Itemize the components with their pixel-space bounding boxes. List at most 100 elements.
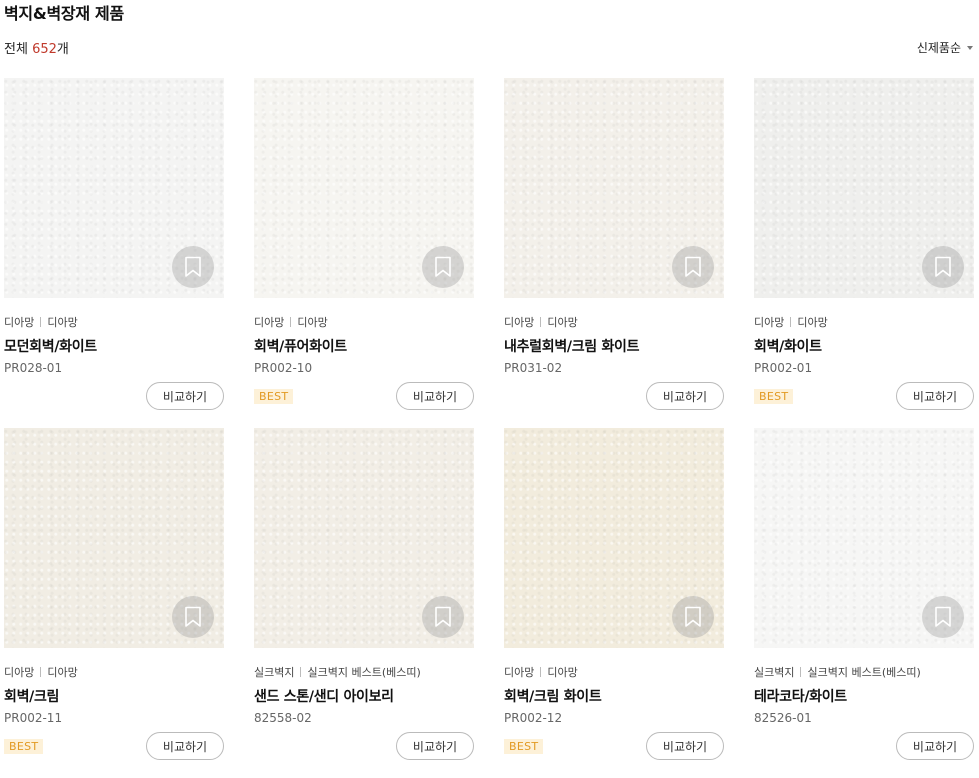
bookmark-icon (685, 606, 701, 627)
product-code: PR028-01 (4, 361, 63, 375)
bookmark-button[interactable] (422, 246, 464, 288)
category-brand: 디아망 (754, 316, 785, 329)
product-categories: 디아망 디아망 (504, 314, 724, 330)
category-divider (540, 317, 542, 327)
category-line: 디아망 (797, 316, 828, 329)
product-categories: 디아망 디아망 (504, 664, 724, 680)
bookmark-button[interactable] (172, 596, 214, 638)
total-count: 652 (32, 42, 57, 57)
product-card[interactable]: 디아망 디아망내추럴회벽/크림 화이트 PR031-02 비교하기 (504, 78, 724, 428)
product-card[interactable]: 실크벽지 실크벽지 베스트(베스띠) 테라코타/화이트 82526-01 비교하기 (754, 428, 974, 778)
product-image[interactable] (504, 78, 724, 298)
product-image[interactable] (4, 428, 224, 648)
product-name[interactable]: 회벽/크림 화이트 (504, 686, 724, 706)
product-code: PR002-12 (504, 711, 563, 725)
product-code: 82526-01 (754, 711, 812, 725)
product-name[interactable]: 샌드 스톤/샌디 아이보리 (254, 686, 474, 706)
best-badge: BEST (254, 389, 294, 404)
bookmark-button[interactable] (422, 596, 464, 638)
sort-label: 신제품순 (916, 41, 961, 55)
bookmark-button[interactable] (922, 596, 964, 638)
category-divider (540, 667, 542, 677)
sort-dropdown[interactable]: 신제품순 (917, 39, 973, 56)
product-card[interactable]: 디아망 디아망회벽/퓨어화이트 PR002-10 BEST 비교하기 (254, 78, 474, 428)
category-divider (40, 317, 42, 327)
bookmark-icon (685, 256, 701, 277)
category-divider (290, 317, 292, 327)
bookmark-icon (185, 606, 201, 627)
card-footer: BEST 비교하기 (754, 382, 974, 412)
compare-button[interactable]: 비교하기 (146, 382, 224, 410)
product-name[interactable]: 내추럴회벽/크림 화이트 (504, 336, 724, 356)
product-code: PR002-10 (254, 361, 313, 375)
product-code: 82558-02 (254, 711, 312, 725)
category-brand: 실크벽지 (754, 666, 795, 679)
category-brand: 디아망 (504, 316, 535, 329)
category-divider (40, 667, 42, 677)
caret-down-icon (967, 45, 973, 50)
category-line: 디아망 (297, 316, 328, 329)
card-footer: 비교하기 (504, 382, 724, 412)
compare-button[interactable]: 비교하기 (646, 382, 724, 410)
category-divider (800, 667, 802, 677)
best-badge: BEST (754, 389, 794, 404)
category-brand: 디아망 (4, 666, 35, 679)
card-footer: 비교하기 (4, 382, 224, 412)
product-code: PR031-02 (504, 361, 563, 375)
category-line: 실크벽지 베스트(베스띠) (307, 666, 421, 679)
total-suffix: 개 (56, 42, 69, 57)
product-image[interactable] (504, 428, 724, 648)
product-code: PR002-11 (4, 711, 63, 725)
card-footer: BEST 비교하기 (254, 382, 474, 412)
product-categories: 디아망 디아망 (4, 664, 224, 680)
product-image[interactable] (754, 428, 974, 648)
product-image[interactable] (254, 428, 474, 648)
product-name[interactable]: 회벽/크림 (4, 686, 224, 706)
category-brand: 실크벽지 (254, 666, 295, 679)
bookmark-button[interactable] (172, 246, 214, 288)
product-name[interactable]: 회벽/퓨어화이트 (254, 336, 474, 356)
product-image[interactable] (754, 78, 974, 298)
bookmark-icon (185, 256, 201, 277)
category-line: 디아망 (47, 316, 78, 329)
product-categories: 디아망 디아망 (754, 314, 974, 330)
bookmark-icon (935, 256, 951, 277)
product-name[interactable]: 모던회벽/화이트 (4, 336, 224, 356)
total-label: 전체 (4, 42, 28, 57)
category-divider (300, 667, 302, 677)
card-footer: 비교하기 (754, 732, 974, 762)
best-badge: BEST (4, 739, 44, 754)
compare-button[interactable]: 비교하기 (896, 732, 974, 760)
bookmark-button[interactable] (672, 246, 714, 288)
product-categories: 디아망 디아망 (254, 314, 474, 330)
product-card[interactable]: 디아망 디아망모던회벽/화이트 PR028-01 비교하기 (4, 78, 224, 428)
product-image[interactable] (4, 78, 224, 298)
product-name[interactable]: 회벽/화이트 (754, 336, 974, 356)
bookmark-button[interactable] (672, 596, 714, 638)
category-brand: 디아망 (4, 316, 35, 329)
category-line: 실크벽지 베스트(베스띠) (807, 666, 921, 679)
category-brand: 디아망 (504, 666, 535, 679)
product-name[interactable]: 테라코타/화이트 (754, 686, 974, 706)
compare-button[interactable]: 비교하기 (146, 732, 224, 760)
card-footer: BEST 비교하기 (4, 732, 224, 762)
category-line: 디아망 (547, 316, 578, 329)
product-categories: 실크벽지 실크벽지 베스트(베스띠) (754, 664, 974, 680)
compare-button[interactable]: 비교하기 (396, 732, 474, 760)
compare-button[interactable]: 비교하기 (646, 732, 724, 760)
product-card[interactable]: 디아망 디아망회벽/크림 화이트 PR002-12 BEST 비교하기 (504, 428, 724, 778)
product-categories: 실크벽지 실크벽지 베스트(베스띠) (254, 664, 474, 680)
product-card[interactable]: 디아망 디아망회벽/크림 PR002-11 BEST 비교하기 (4, 428, 224, 778)
best-badge: BEST (504, 739, 544, 754)
category-brand: 디아망 (254, 316, 285, 329)
card-footer: BEST 비교하기 (504, 732, 724, 762)
product-grid: 디아망 디아망 모던회벽/화이트 PR028-01 비교하기 디아망 디아망 회벽/퓨어화이트… (4, 78, 974, 778)
product-image[interactable] (254, 78, 474, 298)
bookmark-icon (935, 606, 951, 627)
bookmark-button[interactable] (922, 246, 964, 288)
product-card[interactable]: 실크벽지 실크벽지 베스트(베스띠) 샌드 스톤/샌디 아이보리 82558-02 비교… (254, 428, 474, 778)
product-card[interactable]: 디아망 디아망 회벽/화이트 PR002-01 BEST 비교하기 (754, 78, 974, 428)
compare-button[interactable]: 비교하기 (896, 382, 974, 410)
product-categories: 디아망 디아망 (4, 314, 224, 330)
compare-button[interactable]: 비교하기 (396, 382, 474, 410)
